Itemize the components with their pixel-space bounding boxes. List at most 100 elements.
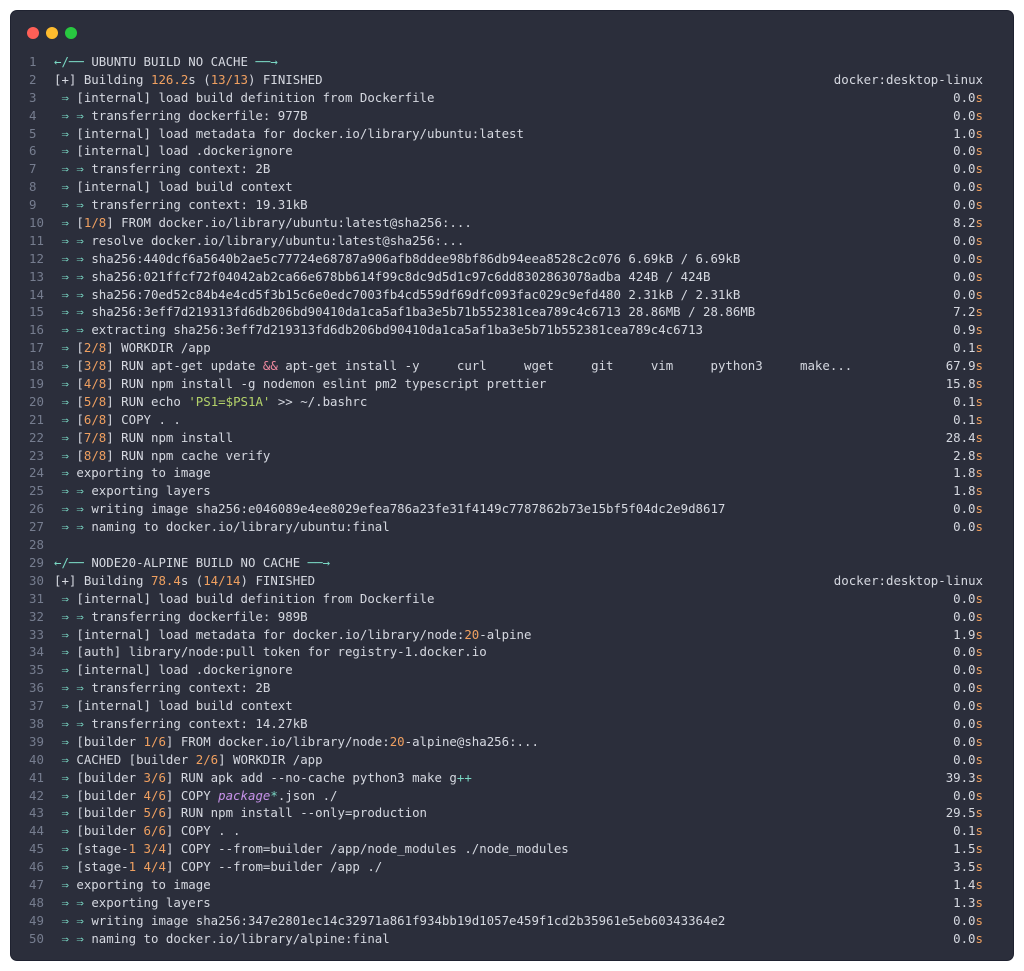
code-token: ] RUN apk add --no-cache python3 make g — [165, 769, 457, 785]
line-number: 40 — [29, 751, 44, 767]
code-token: 1/6 — [143, 733, 166, 749]
line-content: ⇒ [6/8] COPY . . — [54, 411, 180, 429]
line-number: 6 — [29, 143, 37, 159]
code-token: ] WORKDIR /app — [106, 340, 211, 356]
code-token: [internal] load .dockerignore — [76, 143, 293, 159]
line-content: ⇒ ⇒ transferring dockerfile: 989B — [54, 608, 307, 626]
line-content: ⇒ [builder 3/6] RUN apk add --no-cache p… — [54, 769, 472, 787]
code-token: ] COPY — [165, 787, 219, 803]
code-token: ⇒ — [54, 662, 77, 678]
code-token: writing image sha256:347e2801ec14c32971a… — [91, 912, 726, 928]
code-token: [ — [76, 340, 84, 356]
line-number: 49 — [29, 912, 44, 928]
line-content: ←/── NODE20-ALPINE BUILD NO CACHE ──→ — [54, 554, 330, 572]
code-line: 18 ⇒ [3/8] RUN apt-get update && apt-get… — [11, 357, 1013, 375]
code-token: ] RUN npm install -g nodemon eslint pm2 … — [106, 376, 547, 392]
code-token: ⇒ — [54, 859, 77, 875]
code-token: ⇒ ⇒ — [54, 304, 92, 320]
code-line: 17 ⇒ [2/8] WORKDIR /app 0.1s — [11, 339, 1013, 357]
line-content: ⇒ [builder 6/6] COPY . . — [54, 822, 240, 840]
line-content: ⇒ [4/8] RUN npm install -g nodemon eslin… — [54, 375, 546, 393]
code-token: sha256:3eff7d219313fd6db206bd90410da1ca5… — [91, 304, 756, 320]
code-token: ⇒ — [54, 143, 77, 159]
code-token: ⇒ — [54, 179, 77, 195]
line-number: 18 — [29, 358, 44, 374]
line-number: 15 — [29, 304, 44, 320]
line-content: ⇒ [1/8] FROM docker.io/library/ubuntu:la… — [54, 214, 471, 232]
code-token: ] FROM docker.io/library/node: — [165, 733, 390, 749]
code-line: 8 ⇒ [internal] load build context 0.0s — [11, 178, 1013, 196]
code-token: UBUNTU BUILD NO CACHE — [91, 54, 256, 69]
step-duration: 0.0s — [953, 680, 983, 696]
code-token: ⇒ — [54, 590, 77, 606]
line-number: 35 — [29, 662, 44, 678]
code-token: ⇒ — [54, 626, 77, 642]
code-line: 40 ⇒ CACHED [builder 2/6] WORKDIR /app 0.… — [11, 751, 1013, 769]
code-token: exporting layers — [91, 894, 211, 910]
step-duration: 0.0s — [953, 501, 983, 517]
line-content: ←/── UBUNTU BUILD NO CACHE ──→ — [54, 53, 278, 71]
line-number: 14 — [29, 286, 44, 302]
code-token: 1 — [128, 841, 137, 857]
code-token: [builder — [76, 823, 144, 839]
code-token: ⇒ ⇒ — [54, 519, 92, 535]
step-duration: 1.4s — [953, 876, 983, 892]
step-duration: 0.0s — [953, 715, 983, 731]
step-duration: 0.1s — [953, 411, 983, 427]
line-number: 41 — [29, 769, 44, 785]
line-content: ⇒ exporting to image — [54, 876, 210, 894]
line-number: 32 — [29, 608, 44, 624]
step-duration: 1.3s — [953, 894, 983, 910]
code-line: 35 ⇒ [internal] load .dockerignore 0.0s — [11, 661, 1013, 679]
code-line: 12 ⇒ ⇒ sha256:440dcf6a5640b2ae5c77724e68… — [11, 250, 1013, 268]
zoom-window-button[interactable] — [65, 27, 77, 39]
step-duration: 0.0s — [953, 519, 983, 535]
code-token: ⇒ ⇒ — [54, 501, 92, 517]
code-line: 15 ⇒ ⇒ sha256:3eff7d219313fd6db206bd9041… — [11, 303, 1013, 321]
code-token: ⇒ — [54, 89, 77, 105]
code-token: ←/── — [54, 54, 92, 69]
step-duration: 0.0s — [953, 197, 983, 213]
minimize-window-button[interactable] — [46, 27, 58, 39]
line-content: ⇒ [internal] load metadata for docker.io… — [54, 125, 524, 143]
step-duration: 0.0s — [953, 698, 983, 714]
code-token: ⇒ — [54, 429, 77, 445]
line-content: ⇒ ⇒ writing image sha256:e046089e4ee8029… — [54, 500, 725, 518]
step-duration: 1.0s — [953, 125, 983, 141]
code-token: ++ — [456, 769, 472, 785]
code-view[interactable]: 1 ←/── UBUNTU BUILD NO CACHE ──→ 2 [+] Buil… — [11, 53, 1013, 948]
code-token: exporting to image — [76, 465, 211, 481]
code-token: ⇒ — [54, 823, 77, 839]
code-token: [stage- — [76, 859, 129, 875]
line-content: ⇒ ⇒ exporting layers — [54, 894, 211, 912]
line-number: 10 — [29, 215, 44, 231]
line-content: ⇒ [internal] load build definition from … — [54, 590, 434, 608]
line-content: ⇒ ⇒ writing image sha256:347e2801ec14c32… — [54, 912, 725, 930]
code-line: 49 ⇒ ⇒ writing image sha256:347e2801ec14… — [11, 912, 1013, 930]
step-duration: 0.0s — [953, 250, 983, 266]
line-number: 39 — [29, 733, 44, 749]
close-window-button[interactable] — [27, 27, 39, 39]
code-token: ⇒ — [54, 125, 77, 141]
step-duration: 0.0s — [953, 107, 983, 123]
code-token: [+] Building — [54, 572, 151, 588]
code-token: ) FINISHED — [248, 71, 323, 87]
code-token: ] RUN npm install — [106, 429, 234, 445]
line-number: 4 — [29, 107, 37, 123]
line-content: ⇒ ⇒ sha256:440dcf6a5640b2ae5c77724e68787… — [54, 250, 740, 268]
code-token: ⇒ ⇒ — [54, 232, 92, 248]
line-content: ⇒ [2/8] WORKDIR /app — [54, 339, 211, 357]
code-token: sha256:70ed52c84b4e4cd5f3b15c6e0edc7003f… — [91, 286, 741, 302]
code-token: -alpine — [479, 626, 532, 642]
line-content: ⇒ ⇒ transferring context: 2B — [54, 160, 270, 178]
step-duration: 0.0s — [953, 179, 983, 195]
code-line: 50 ⇒ ⇒ naming to docker.io/library/alpin… — [11, 930, 1013, 948]
step-duration: 67.9s — [945, 358, 983, 374]
line-number: 30 — [29, 572, 44, 588]
build-platform: docker:desktop-linux — [833, 71, 983, 87]
code-line: 22 ⇒ [7/8] RUN npm install 28.4s — [11, 429, 1013, 447]
step-duration: 0.0s — [953, 644, 983, 660]
step-duration: 15.8s — [945, 376, 983, 392]
